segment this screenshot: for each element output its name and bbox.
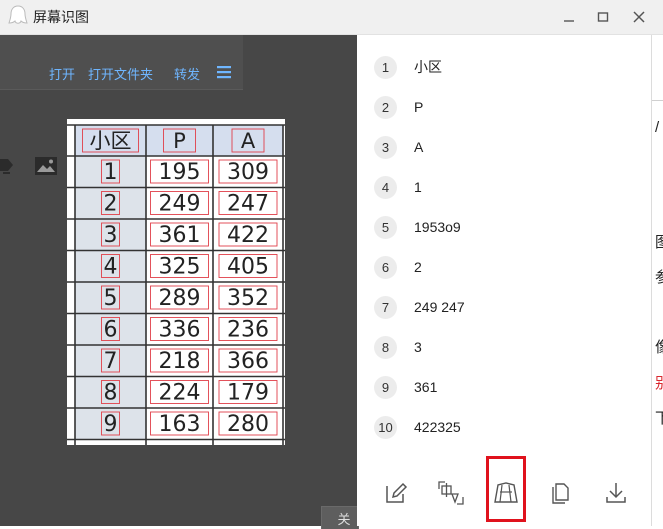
ocr-result-item[interactable]: 2P	[374, 95, 423, 119]
edit-button[interactable]	[381, 478, 411, 508]
captured-table-image: 小区 P A1 195 3092 249 2473 361 4224 325 4055 289 3526…	[67, 124, 285, 445]
ocr-result-item[interactable]: 1 小区	[374, 55, 442, 79]
ocr-result-item[interactable]: 41	[374, 175, 422, 199]
ocr-result-text: 2	[414, 259, 422, 275]
strip-char: 下	[655, 407, 663, 428]
table-cell: 405	[227, 255, 269, 280]
close-icon	[633, 11, 645, 23]
ocr-result-text: 249 247	[414, 299, 465, 315]
close-button[interactable]	[626, 5, 652, 29]
captured-image: 小区 P A 1 195 309 2 249 247 3 361 422 4 325 405 5 289 352 6…	[67, 119, 285, 445]
ocr-result-text: P	[414, 99, 424, 115]
table-cell: 309	[227, 160, 269, 185]
minimize-button[interactable]	[556, 5, 582, 29]
table-header-cell: 小区	[90, 129, 132, 153]
ocr-result-text: 422325	[414, 419, 461, 435]
minimize-icon	[564, 20, 574, 22]
ocr-result-panel: 1 小区 2 P 3 A 4 1 5 1953o9 6 2 7 249 247 8 3 9 361 10 422325	[357, 35, 651, 526]
close-partial-label: 关	[337, 511, 351, 527]
table-cell: 236	[227, 318, 269, 343]
ocr-result-number: 4	[374, 175, 397, 199]
ocr-result-item[interactable]: 9 361	[374, 375, 437, 399]
ocr-result-text: 1	[414, 179, 422, 195]
app-title: 屏幕识图	[33, 9, 89, 25]
table-cell: 195	[159, 160, 201, 185]
background-window-strip: / 图 参 像 别 下	[651, 35, 663, 526]
ocr-result-text: 1953o9	[414, 219, 461, 235]
table-cell: 336	[159, 318, 201, 343]
table-cell: 9	[104, 412, 118, 437]
ocr-result-number: 2	[374, 95, 397, 119]
rotate-icon[interactable]	[0, 155, 14, 177]
table-cell: 4	[104, 255, 118, 280]
translate-icon	[438, 481, 464, 505]
ocr-result-number: 10	[374, 415, 397, 439]
image-icon[interactable]	[34, 156, 58, 176]
title-bar: 屏幕识图	[0, 0, 663, 35]
app-logo-icon	[8, 5, 28, 24]
edit-icon	[386, 482, 408, 503]
ocr-result-text: 小区	[414, 59, 442, 75]
ocr-result-number: 7	[374, 295, 397, 319]
ocr-result-item[interactable]: 62	[374, 255, 422, 279]
ocr-result-item[interactable]: 3A	[374, 135, 423, 159]
table-cell: 8	[104, 381, 118, 406]
ocr-result-item[interactable]: 7 249 247	[374, 295, 465, 319]
copy-icon	[552, 483, 569, 504]
table-cell: 325	[159, 255, 201, 280]
strip-char: /	[655, 119, 660, 136]
ocr-result-text: 3	[414, 339, 422, 355]
table-cell: 179	[227, 381, 269, 406]
table-cell: 361	[159, 223, 201, 248]
maximize-button[interactable]	[590, 5, 616, 29]
strip-char: 像	[655, 336, 663, 357]
ocr-result-text: A	[414, 139, 424, 155]
table-cell: 249	[159, 192, 201, 217]
download-button[interactable]	[601, 478, 631, 508]
table-cell: 163	[159, 412, 201, 437]
strip-char: 别	[655, 372, 663, 393]
table-cell: 6	[104, 318, 118, 343]
table-cell: 5	[104, 286, 118, 311]
ocr-result-number: 1	[374, 55, 397, 79]
ocr-result-item[interactable]: 5 1953o9	[374, 215, 461, 239]
open-link[interactable]: 打开	[49, 64, 75, 83]
open-folder-link[interactable]: 打开文件夹	[88, 64, 153, 83]
maximize-icon	[597, 12, 609, 22]
ocr-result-number: 3	[374, 135, 397, 159]
download-icon	[606, 483, 626, 503]
forward-link[interactable]: 转发	[174, 64, 200, 83]
translate-button[interactable]	[436, 478, 466, 508]
ocr-result-item[interactable]: 10 422325	[374, 415, 461, 439]
strip-char: 图	[655, 231, 663, 252]
ocr-result-text: 361	[414, 379, 438, 395]
table-cell: 224	[159, 381, 201, 406]
ocr-result-number: 8	[374, 335, 397, 359]
table-cell: 2	[104, 192, 118, 217]
table-cell: 218	[159, 349, 201, 374]
menu-icon[interactable]	[216, 65, 232, 79]
strip-char: 参	[655, 266, 663, 287]
ocr-result-number: 6	[374, 255, 397, 279]
table-cell: 1	[104, 160, 118, 185]
table-header-cell: P	[173, 129, 186, 153]
copy-button[interactable]	[546, 478, 576, 508]
table-cell: 289	[159, 286, 201, 311]
strip-separator	[652, 100, 663, 101]
table-cell: 352	[227, 286, 269, 311]
ocr-result-item[interactable]: 83	[374, 335, 422, 359]
table-cell: 7	[104, 349, 118, 374]
table-cell: 366	[227, 349, 269, 374]
table-cell: 280	[227, 412, 269, 437]
table-cell: 3	[104, 223, 118, 248]
ocr-result-number: 9	[374, 375, 397, 399]
table-cell: 422	[227, 223, 269, 248]
ocr-result-number: 5	[374, 215, 397, 239]
table-cell: 247	[227, 192, 269, 217]
table-header-cell: A	[241, 129, 256, 153]
highlight-box	[486, 456, 526, 522]
